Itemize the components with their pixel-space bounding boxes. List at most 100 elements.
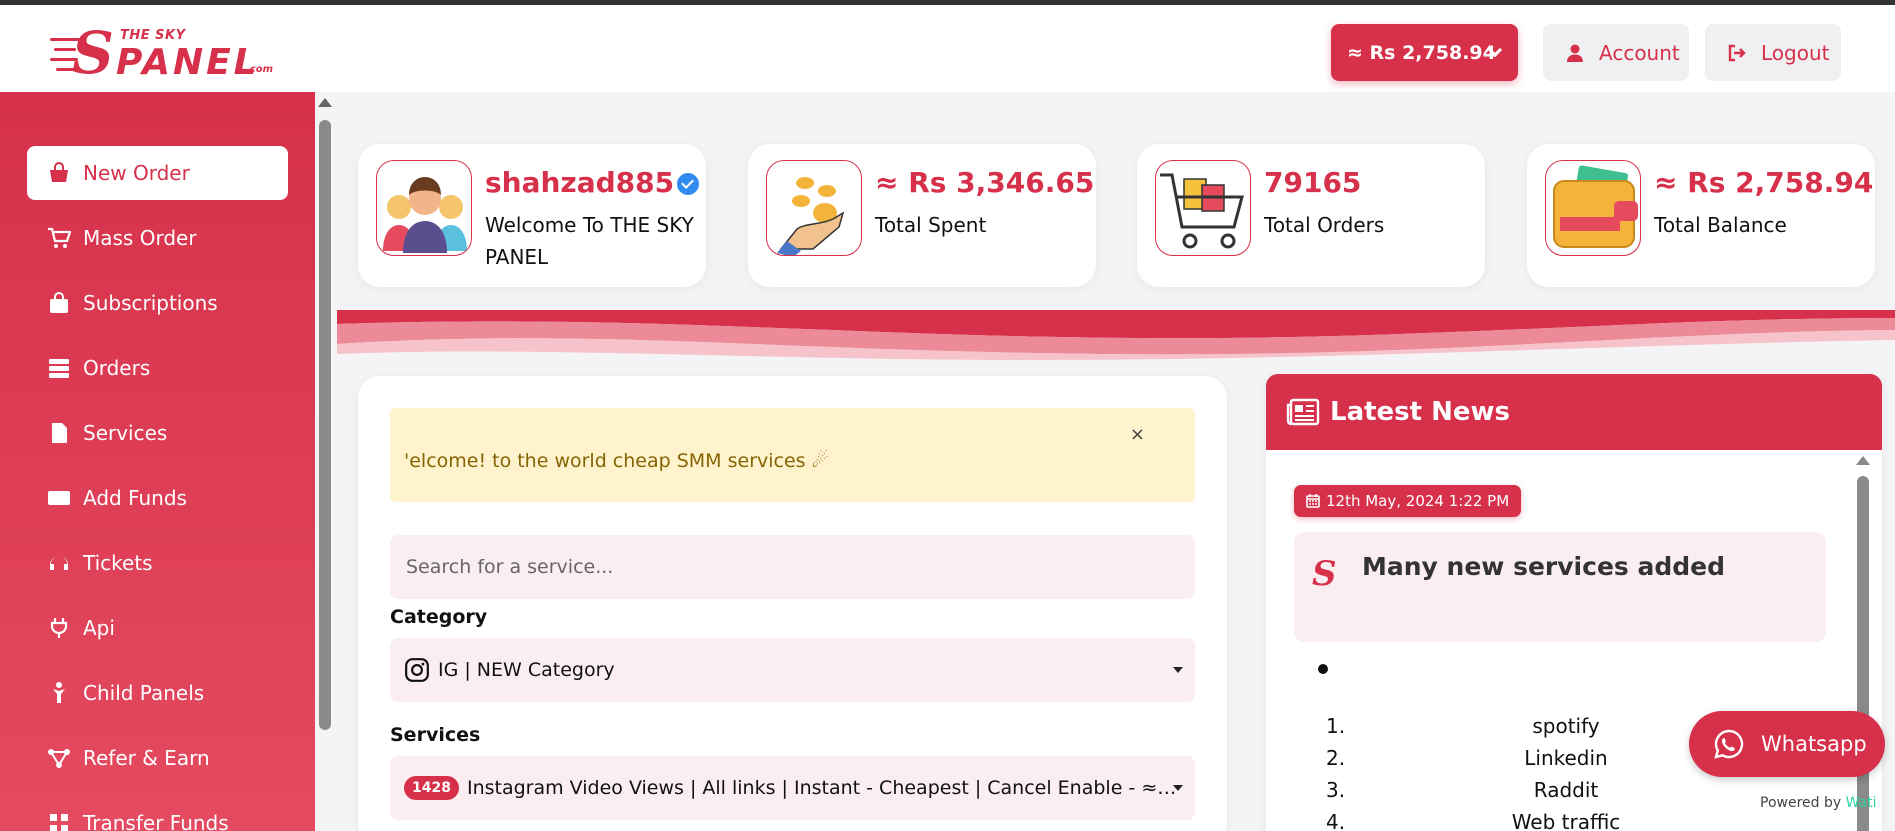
headset-icon — [50, 556, 68, 570]
sidebar-item-child-panels[interactable]: Child Panels — [27, 666, 288, 720]
scrollbar-thumb[interactable] — [1857, 476, 1869, 831]
payment-card-icon — [48, 491, 70, 505]
file-icon — [52, 423, 67, 443]
sidebar-item-label: Subscriptions — [83, 291, 218, 315]
balance-label: ≈ Rs 2,758.94 — [1347, 41, 1496, 64]
caret-down-icon — [1173, 667, 1183, 673]
sidebar-item-transfer-funds[interactable]: Transfer Funds — [27, 796, 288, 831]
sidebar-item-orders[interactable]: Orders — [27, 341, 288, 395]
news-title: Latest News — [1330, 397, 1511, 427]
welcome-text: Welcome To THE SKY PANEL — [485, 213, 694, 269]
sidebar-item-add-funds[interactable]: Add Funds — [27, 471, 288, 525]
sidebar-item-refer-earn[interactable]: Refer & Earn — [27, 731, 288, 785]
sidebar-item-label: Tickets — [83, 551, 153, 575]
account-button[interactable]: Account — [1543, 24, 1689, 81]
list-item: 3. Raddit — [1326, 778, 1599, 802]
server-icon — [49, 359, 69, 378]
sidebar-item-subscriptions[interactable]: Subscriptions — [27, 276, 288, 330]
whatsapp-label: Whatsapp — [1761, 732, 1867, 756]
grid-icon — [50, 814, 68, 831]
caret-down-icon — [1173, 785, 1183, 791]
total-spent-label: Total Spent — [875, 213, 987, 237]
news-date: 12th May, 2024 1:22 PM — [1326, 492, 1510, 510]
decorative-wave — [337, 310, 1895, 360]
instagram-icon — [405, 658, 429, 682]
services-label: Services — [390, 724, 481, 746]
logo-suffix: .com — [246, 64, 274, 75]
category-select[interactable]: IG | NEW Category — [390, 638, 1195, 702]
scroll-up-arrow-icon[interactable] — [318, 98, 332, 107]
network-icon — [48, 749, 70, 768]
sidebar-item-label: Add Funds — [83, 486, 187, 510]
close-icon[interactable]: × — [1130, 424, 1145, 445]
sidebar-item-label: Mass Order — [83, 226, 197, 250]
bag-icon — [50, 162, 68, 182]
coins-hand-icon — [766, 160, 862, 256]
whatsapp-icon — [1714, 729, 1744, 759]
news-date-badge: 12th May, 2024 1:22 PM — [1294, 485, 1522, 517]
new-order-panel: × 'elcome! to the world cheap SMM servic… — [358, 376, 1227, 831]
users-icon — [376, 160, 472, 256]
newspaper-icon — [1286, 398, 1320, 426]
service-select[interactable]: 1428 Instagram Video Views | All links |… — [390, 756, 1195, 820]
account-label: Account — [1599, 40, 1680, 65]
category-label: Category — [390, 606, 488, 628]
sidebar-item-new-order[interactable]: New Order — [27, 146, 288, 200]
list-bullet — [1318, 664, 1328, 674]
verified-badge-icon — [677, 173, 700, 195]
shopping-cart-icon — [1155, 160, 1251, 256]
news-item-title: Many new services added — [1362, 552, 1726, 581]
logo-top: THE SKY — [120, 28, 186, 43]
sidebar-item-mass-order[interactable]: Mass Order — [27, 211, 288, 265]
news-item: S Many new services added — [1294, 532, 1826, 642]
child-icon — [53, 682, 65, 703]
service-value: Instagram Video Views | All links | Inst… — [466, 777, 1182, 799]
total-balance-value: ≈ Rs 2,758.94 — [1654, 166, 1874, 199]
user-icon — [1567, 44, 1583, 62]
powered-by: Powered by Wati — [1760, 795, 1877, 811]
sidebar-item-label: Refer & Earn — [83, 746, 210, 770]
username: shahzad885 — [485, 166, 700, 199]
sidebar-item-label: Orders — [83, 356, 151, 380]
news-header: Latest News — [1266, 374, 1882, 450]
stat-card-total-orders: 79165 Total Orders — [1137, 144, 1485, 287]
logo-letter: S — [72, 19, 114, 87]
total-spent-value: ≈ Rs 3,346.65 — [875, 166, 1095, 199]
logo-mark-icon: S — [1312, 554, 1337, 594]
scroll-up-arrow-icon[interactable] — [1856, 456, 1870, 465]
cart-icon — [48, 227, 71, 248]
scrollbar-thumb[interactable] — [319, 120, 331, 730]
sidebar-item-label: Transfer Funds — [83, 811, 229, 831]
welcome-alert: × 'elcome! to the world cheap SMM servic… — [390, 408, 1195, 502]
powered-brand[interactable]: Wati — [1846, 795, 1877, 811]
stat-card-total-balance: ≈ Rs 2,758.94 Total Balance — [1527, 144, 1875, 287]
sidebar-scrollbar[interactable] — [318, 98, 332, 733]
service-search-input[interactable] — [390, 535, 1195, 599]
balance-dropdown-button[interactable]: ≈ Rs 2,758.94 — [1331, 24, 1518, 81]
logo-main: PANEL — [116, 42, 260, 83]
alert-text: 'elcome! to the world cheap SMM services… — [404, 450, 829, 472]
total-orders-label: Total Orders — [1264, 213, 1385, 237]
stat-card-total-spent: ≈ Rs 3,346.65 Total Spent — [748, 144, 1096, 287]
header: S THE SKY PANEL .com ≈ Rs 2,758.94 Accou… — [0, 5, 1895, 92]
sidebar-item-label: Api — [83, 616, 115, 640]
calendar-icon — [1306, 494, 1320, 508]
sidebar-item-services[interactable]: Services — [27, 406, 288, 460]
category-value: IG | NEW Category — [438, 659, 615, 681]
list-item: 4. Web traffic — [1326, 810, 1621, 831]
service-id-badge: 1428 — [404, 776, 459, 800]
whatsapp-button[interactable]: Whatsapp — [1689, 711, 1885, 777]
sidebar-item-label: Child Panels — [83, 681, 205, 705]
sidebar: New Order Mass Order Subscriptions Order… — [0, 92, 315, 831]
total-orders-value: 79165 — [1264, 166, 1362, 199]
logout-icon — [1728, 44, 1746, 61]
wallet-icon — [1545, 160, 1641, 256]
plug-icon — [50, 618, 68, 638]
logout-button[interactable]: Logout — [1705, 24, 1841, 81]
sidebar-item-label: Services — [83, 421, 168, 445]
sidebar-item-tickets[interactable]: Tickets — [27, 536, 288, 590]
sidebar-item-api[interactable]: Api — [27, 601, 288, 655]
total-balance-label: Total Balance — [1654, 213, 1787, 237]
sidebar-item-label: New Order — [83, 161, 190, 185]
logo[interactable]: S THE SKY PANEL .com — [50, 20, 290, 84]
